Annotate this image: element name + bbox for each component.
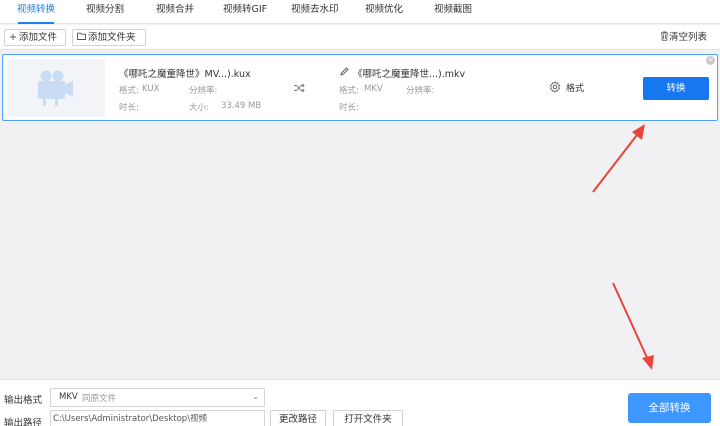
output-path-label: 输出路径: [4, 418, 43, 426]
output-format-sub: 同原文件: [82, 394, 117, 404]
output-settings-bar: 输出格式 MKV 同原文件 ⌄ 输出路径 C:\Users\Administra…: [0, 379, 720, 426]
output-path-input[interactable]: C:\Users\Administrator\Desktop\视频: [50, 410, 265, 426]
output-format-select[interactable]: MKV 同原文件 ⌄: [50, 388, 265, 407]
convert-all-button[interactable]: 全部转换: [628, 393, 711, 423]
output-format-label: 输出格式: [4, 395, 43, 406]
open-folder-button[interactable]: 打开文件夹: [333, 410, 403, 426]
output-format-value: MKV: [59, 392, 78, 402]
annotation-arrows: [592, 124, 654, 370]
change-path-button[interactable]: 更改路径: [270, 410, 326, 426]
chevron-down-icon: ⌄: [252, 392, 259, 401]
